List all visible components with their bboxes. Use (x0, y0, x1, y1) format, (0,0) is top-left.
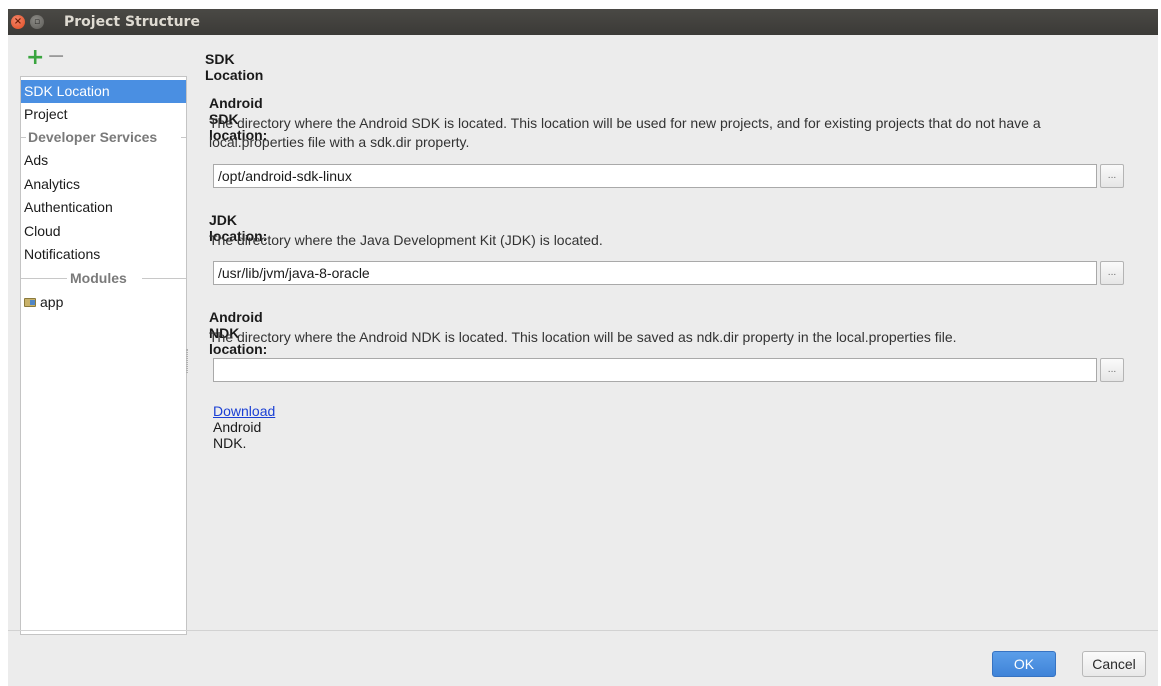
sidebar-item-authentication[interactable]: Authentication (21, 196, 186, 219)
sidebar-item-notifications[interactable]: Notifications (21, 243, 186, 266)
module-folder-icon (24, 298, 36, 307)
developer-services-label: Developer Services (28, 129, 158, 145)
modules-label: Modules (70, 270, 127, 286)
android-sdk-path-input[interactable] (213, 164, 1097, 188)
splitter-handle[interactable] (186, 349, 188, 373)
window-close-button[interactable]: × (11, 15, 25, 29)
sidebar: SDK Location Project Developer Services … (20, 76, 187, 635)
plus-icon[interactable]: + (26, 45, 44, 71)
sidebar-item-ads[interactable]: Ads (21, 149, 186, 172)
jdk-browse-button[interactable]: ... (1100, 261, 1124, 285)
module-label: app (40, 294, 64, 310)
footer-divider (8, 630, 1158, 631)
minus-icon[interactable]: − (47, 44, 65, 70)
modules-header: Modules (21, 267, 186, 290)
title-bar[interactable]: × ▫ Project Structure (8, 9, 1158, 35)
download-ndk-link[interactable]: Download (213, 403, 275, 419)
page-title: SDK Location (205, 51, 264, 83)
download-ndk-row: Download Android NDK. (213, 403, 275, 451)
window-title: Project Structure (64, 14, 200, 30)
android-sdk-browse-button[interactable]: ... (1100, 164, 1124, 188)
sidebar-item-project[interactable]: Project (21, 103, 186, 126)
android-ndk-description: The directory where the Android NDK is l… (209, 329, 957, 345)
android-ndk-browse-button[interactable]: ... (1100, 358, 1124, 382)
sidebar-item-sdk-location[interactable]: SDK Location (21, 80, 186, 103)
ok-button[interactable]: OK (992, 651, 1056, 677)
jdk-description: The directory where the Java Development… (209, 232, 603, 248)
sidebar-item-app[interactable]: app (21, 291, 186, 314)
window-minimize-button[interactable]: ▫ (30, 15, 44, 29)
sidebar-item-cloud[interactable]: Cloud (21, 220, 186, 243)
sidebar-item-analytics[interactable]: Analytics (21, 173, 186, 196)
android-sdk-description: The directory where the Android SDK is l… (209, 115, 1041, 150)
cancel-button[interactable]: Cancel (1082, 651, 1146, 677)
android-ndk-path-input[interactable] (213, 358, 1097, 382)
jdk-path-input[interactable] (213, 261, 1097, 285)
project-structure-dialog: × ▫ Project Structure + − SDK Location P… (8, 9, 1158, 686)
developer-services-header: Developer Services (21, 126, 186, 149)
download-ndk-suffix: Android NDK. (213, 419, 262, 451)
